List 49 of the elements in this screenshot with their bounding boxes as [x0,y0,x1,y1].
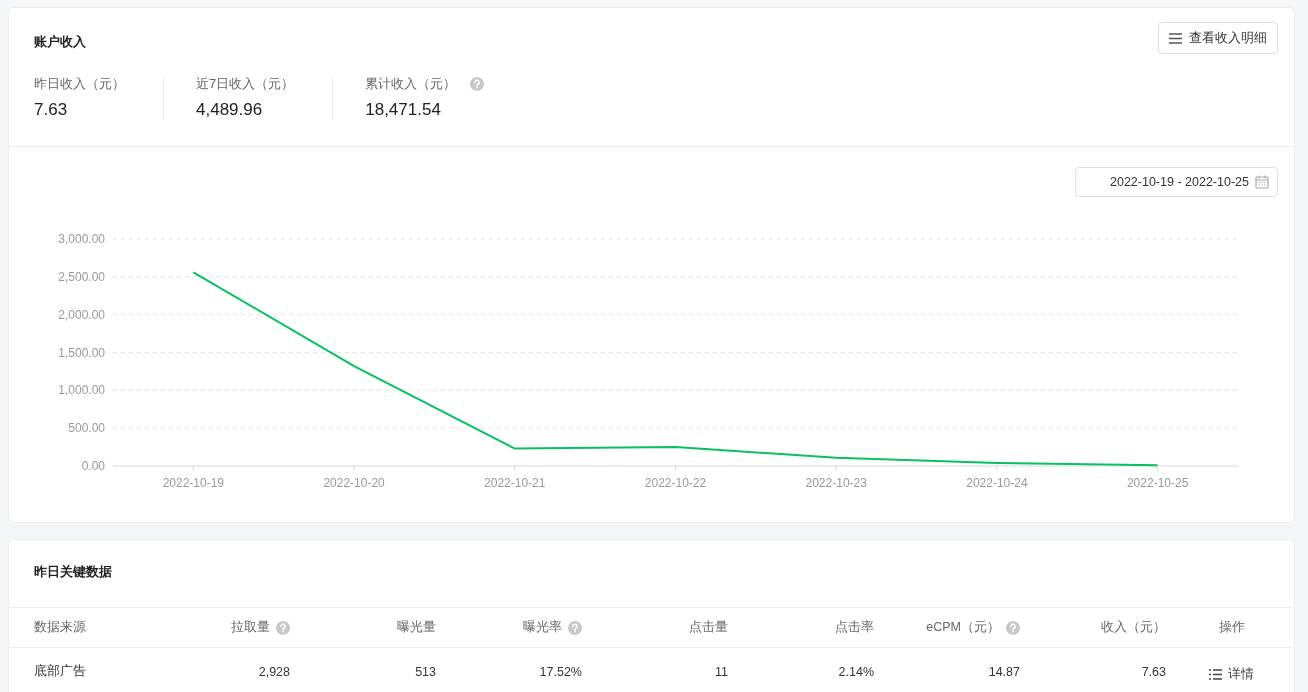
list-icon [1209,669,1222,680]
table-cell: 11 [715,664,728,679]
column-header: 点击率 [835,619,874,636]
column-header: eCPM（元） [926,619,1000,636]
stat-label: 近7日收入（元） [196,75,295,93]
table-cell: 2.14% [838,664,874,679]
x-axis-label: 2022-10-23 [805,476,867,490]
calendar-icon [1255,175,1269,189]
column-header: 收入（元） [1101,619,1166,636]
y-axis-label: 3,000.00 [58,232,105,246]
y-axis-label: 1,500.00 [58,345,105,360]
card-title: 账户收入 [34,33,86,51]
x-axis-label: 2022-10-19 [162,476,225,490]
table-cell: 513 [415,664,436,679]
y-axis-label: 2,000.00 [58,307,105,322]
help-icon[interactable] [1006,620,1020,635]
x-axis-label: 2022-10-22 [644,476,707,490]
y-axis-label: 1,000.00 [58,383,105,398]
column-header: 曝光率 [523,619,562,636]
help-icon[interactable] [470,77,485,91]
column-header: 拉取量 [231,619,270,636]
y-axis-label: 500.00 [68,421,105,436]
x-axis-label: 2022-10-21 [484,476,546,490]
date-range-field[interactable]: 2022-10-19 - 2022-10-25 [1075,167,1278,197]
column-header: 数据来源 [34,619,86,636]
stat-value: 7.63 [34,100,69,120]
table-cell: 14.87 [988,664,1020,679]
x-axis-label: 2022-10-24 [966,476,1028,490]
stat-value: 18,471.54 [365,100,442,120]
x-axis-label: 2022-10-20 [323,476,385,490]
y-axis-label: 2,500.00 [58,269,105,284]
column-header: 点击量 [689,619,728,636]
menu-icon [1169,32,1182,44]
help-icon[interactable] [568,620,582,635]
detail-link[interactable]: 详情 [1209,666,1254,683]
help-icon[interactable] [276,620,290,635]
table-cell: 7.63 [1141,664,1166,679]
table-cell: 2,928 [258,664,290,679]
stat-label: 累计收入（元） [365,75,457,93]
stat-label: 昨日收入（元） [34,75,125,93]
stat-value: 4,489.96 [196,100,264,120]
income-detail-button[interactable]: 查看收入明细 [1158,22,1278,54]
x-axis-label: 2022-10-25 [1126,476,1189,490]
table-cell: 17.52% [539,664,582,679]
y-axis-label: 0.00 [81,459,105,473]
column-header: 操作 [1218,619,1245,636]
column-header: 曝光量 [397,619,436,636]
card-title: 昨日关键数据 [33,563,113,581]
table-cell: 底部广告 [34,663,86,680]
